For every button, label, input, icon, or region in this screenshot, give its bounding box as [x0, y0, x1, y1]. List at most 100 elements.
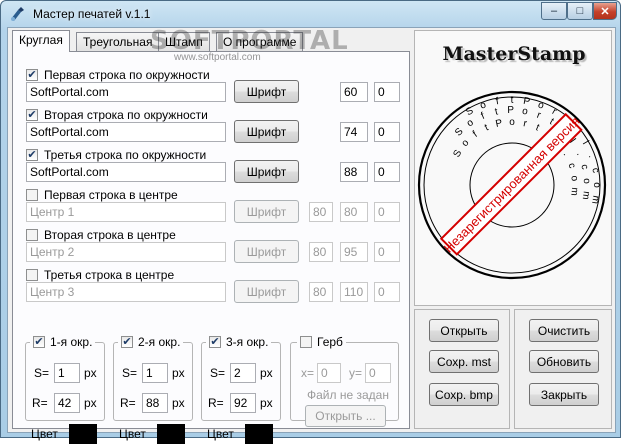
circle-line-2-row: ✔ Вторая строка по окружности — [26, 108, 208, 122]
circle-3-radius-input[interactable]: 92 — [230, 393, 256, 413]
stamp-ring-letter: c — [578, 163, 590, 171]
circle-line-1-radius-input[interactable]: 60 — [340, 82, 368, 102]
center-line-3-size-input[interactable]: 80 — [309, 282, 333, 302]
circle-2-stroke-unit: px — [172, 366, 185, 380]
tab-triangular[interactable]: Треугольная — [76, 32, 160, 52]
center-line-2-size-input[interactable]: 80 — [309, 242, 333, 262]
center-line-3-offset-input[interactable]: 0 — [374, 282, 400, 302]
circle-3-color-swatch[interactable] — [245, 424, 273, 444]
center-line-2-text-input[interactable]: Центр 2 — [26, 242, 226, 262]
stamp-ring-letter: S — [451, 148, 464, 160]
circle-line-3-radius-input[interactable]: 88 — [340, 162, 368, 182]
center-line-2-radius-input[interactable]: 95 — [340, 242, 368, 262]
circle-line-3-offset-input[interactable]: 0 — [374, 162, 400, 182]
circle-line-2-text-input[interactable]: SoftPortal.com — [26, 122, 226, 142]
stamp-preview: SoftPortal.comSoftPortal.comSoftPortal.c… — [417, 90, 607, 280]
center-line-2-offset-input[interactable]: 0 — [374, 242, 400, 262]
stamp-ring-letter: r — [522, 118, 528, 130]
stamp-app-icon — [11, 7, 24, 21]
circle-2-label: 2-я окр. — [138, 335, 181, 349]
center-line-3-checkbox[interactable] — [26, 269, 38, 281]
circle-1-checkbox[interactable]: ✔ — [33, 336, 45, 348]
stamp-ring-letter: S — [464, 105, 476, 118]
emblem-checkbox[interactable] — [300, 336, 312, 348]
circle-3-label: 3-я окр. — [226, 335, 269, 349]
circle-line-1-checkbox[interactable]: ✔ — [26, 69, 38, 81]
stamp-ring-letter: r — [535, 110, 543, 122]
close-button[interactable]: Закрыть — [529, 383, 599, 406]
circle-line-1-font-button[interactable]: Шрифт — [234, 80, 299, 103]
refresh-button[interactable]: Обновить — [529, 350, 599, 373]
stamp-ring-letter: m — [589, 195, 601, 205]
stamp-ring-letter: o — [581, 178, 592, 185]
stamp-ring-letter: . — [574, 150, 585, 157]
circle-line-1-text-input[interactable]: SoftPortal.com — [26, 82, 226, 102]
stamp-ring-letter: t — [511, 95, 514, 106]
circle-line-3-font-button[interactable]: Шрифт — [234, 160, 299, 183]
circle-2-radius-unit: px — [172, 396, 185, 410]
stamp-ring-letter: m — [568, 187, 580, 196]
circle-line-2-label: Вторая строка по окружности — [44, 108, 208, 122]
center-line-1-font-button[interactable]: Шрифт — [234, 200, 299, 223]
circle-line-3-text-input[interactable]: SoftPortal.com — [26, 162, 226, 182]
stamp-ring-letter: c — [565, 162, 577, 170]
stamp-ring-letter: f — [479, 111, 486, 122]
close-window-button[interactable]: ✕ — [593, 2, 617, 20]
center-line-1-checkbox[interactable] — [26, 189, 38, 201]
clear-button[interactable]: Очистить — [529, 319, 599, 342]
tab-round[interactable]: Круглая — [12, 30, 70, 52]
center-line-1-offset-input[interactable]: 0 — [374, 202, 400, 222]
circle-line-2-offset-input[interactable]: 0 — [374, 122, 400, 142]
stamp-ring-text: SoftPortal.comSoftPortal.comSoftPortal.c… — [451, 95, 602, 205]
circle-1-color-swatch[interactable] — [69, 424, 97, 444]
circle-line-1-offset-input[interactable]: 0 — [374, 82, 400, 102]
circle-2-stroke-input[interactable]: 1 — [142, 363, 168, 383]
app-window: Мастер печатей v.1.1 – □ ✕ Круглая Треуг… — [0, 0, 621, 444]
circle-1-radius-input[interactable]: 42 — [54, 393, 80, 413]
circle-line-2-font-button[interactable]: Шрифт — [234, 120, 299, 143]
stamp-ring-letter: P — [522, 96, 531, 108]
circle-2-checkbox[interactable]: ✔ — [121, 336, 133, 348]
save-mst-button[interactable]: Сохр. mst — [429, 350, 499, 373]
stamp-ring-letter: t — [534, 122, 541, 133]
circle-3-stroke-unit: px — [260, 366, 273, 380]
center-line-1-size-input[interactable]: 80 — [309, 202, 333, 222]
circle-line-3-checkbox[interactable]: ✔ — [26, 149, 38, 161]
circle-1-stroke-input[interactable]: 1 — [54, 363, 80, 383]
minimize-button[interactable]: – — [541, 2, 567, 20]
emblem-x-input[interactable]: 0 — [317, 363, 341, 383]
center-line-3-label: Третья строка в центре — [44, 268, 175, 282]
maximize-button[interactable]: □ — [567, 2, 593, 20]
circle-2-radius-input[interactable]: 88 — [142, 393, 168, 413]
circle-3-stroke-input[interactable]: 2 — [230, 363, 256, 383]
save-bmp-button[interactable]: Сохр. bmp — [429, 383, 499, 406]
stamp-ring-letter: S — [453, 126, 466, 139]
circle-3-checkbox[interactable]: ✔ — [209, 336, 221, 348]
center-line-1-radius-input[interactable]: 80 — [340, 202, 368, 222]
circle-line-1-row: ✔ Первая строка по окружности — [26, 68, 210, 82]
emblem-y-input[interactable]: 0 — [365, 363, 391, 383]
circle-2-color-swatch[interactable] — [157, 424, 185, 444]
title-bar[interactable]: Мастер печатей v.1.1 – □ ✕ — [1, 1, 620, 27]
stamp-ring-letter: o — [465, 117, 476, 129]
circle-2-stroke-label: S= — [122, 366, 138, 380]
circle-line-2-checkbox[interactable]: ✔ — [26, 109, 38, 121]
emblem-no-file-text: Файл не задан — [307, 388, 389, 402]
emblem-open-button[interactable]: Открыть ... — [305, 405, 386, 427]
circle-line-2-radius-input[interactable]: 74 — [340, 122, 368, 142]
center-line-1-text-input[interactable]: Центр 1 — [26, 202, 226, 222]
center-line-2-checkbox[interactable] — [26, 229, 38, 241]
brand-title: MasterStamp — [442, 43, 586, 65]
center-line-2-font-button[interactable]: Шрифт — [234, 240, 299, 263]
open-button[interactable]: Открыть — [429, 319, 499, 342]
circle-2-group: ✔ 2-я окр. S= 1 px R= 88 px — [113, 335, 193, 421]
circle-2-color-label: Цвет — [119, 427, 146, 441]
emblem-x-label: x= — [301, 366, 315, 380]
watermark-url: www.softportal.com — [174, 52, 261, 63]
center-line-3-text-input[interactable]: Центр 3 — [26, 282, 226, 302]
center-line-2-label: Вторая строка в центре — [44, 228, 176, 242]
center-line-3-radius-input[interactable]: 110 — [340, 282, 368, 302]
file-actions-box: Открыть Сохр. mst Сохр. bmp — [414, 309, 510, 429]
circle-1-group: ✔ 1-я окр. S= 1 px R= 42 px — [25, 335, 105, 421]
center-line-3-font-button[interactable]: Шрифт — [234, 280, 299, 303]
